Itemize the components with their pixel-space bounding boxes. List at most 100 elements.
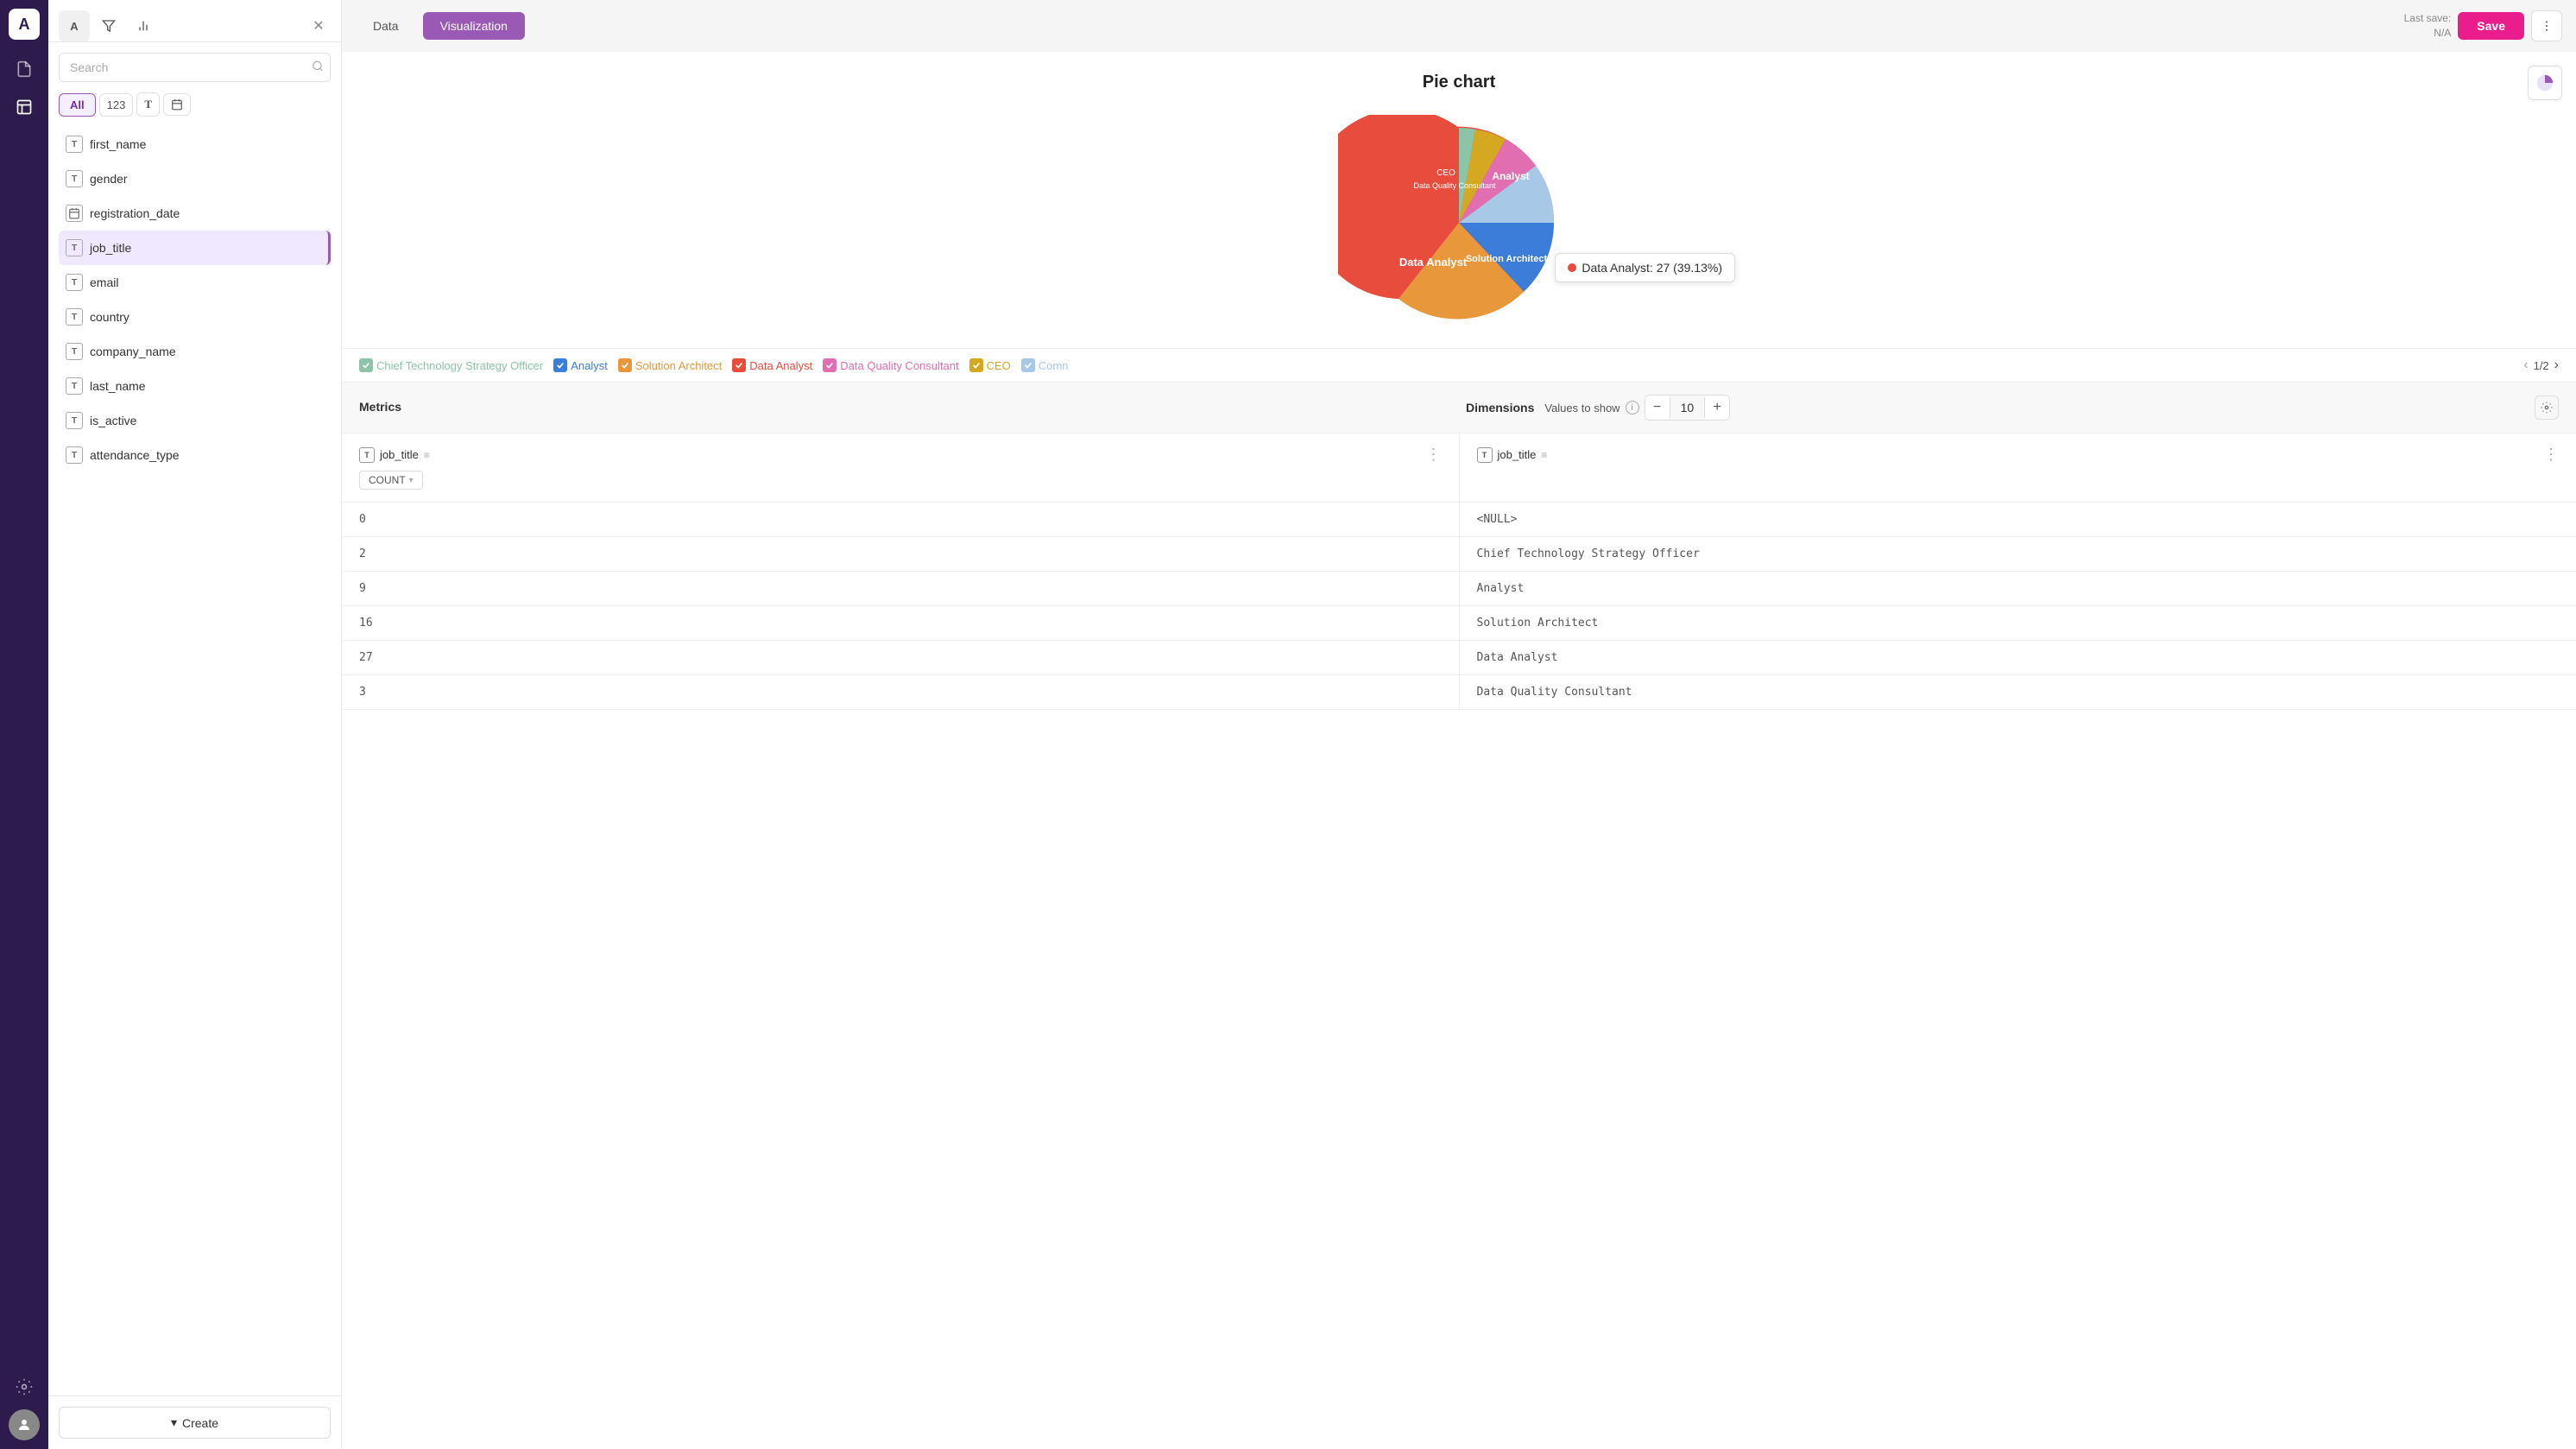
field-item-job-title[interactable]: T job_title	[59, 231, 331, 265]
decrement-button[interactable]: −	[1645, 395, 1670, 420]
sidebar-tab-chart[interactable]	[128, 10, 159, 41]
legend-checkbox-comn[interactable]	[1021, 358, 1035, 372]
field-type-icon-email: T	[66, 274, 83, 291]
metric-field-menu-icon[interactable]: ≡	[424, 449, 430, 461]
field-type-icon-company-name: T	[66, 343, 83, 360]
legend-item-analyst[interactable]: Analyst	[553, 358, 608, 372]
last-save-label: Last save:	[2404, 12, 2452, 24]
left-navigation: A	[0, 0, 48, 1449]
legend-item-ctso[interactable]: Chief Technology Strategy Officer	[359, 358, 543, 372]
legend-page-indicator: 1/2	[2534, 359, 2549, 372]
sidebar-close-button[interactable]: ✕	[306, 14, 331, 38]
legend-checkbox-ceo[interactable]	[969, 358, 983, 372]
app-logo: A	[9, 9, 40, 40]
field-item-gender[interactable]: T gender	[59, 161, 331, 196]
save-button[interactable]: Save	[2458, 12, 2524, 40]
table-row: 9 Analyst	[342, 572, 2576, 606]
sidebar-tab-fields[interactable]: A	[59, 10, 90, 41]
tooltip-color-dot	[1568, 263, 1576, 272]
chart-type-button[interactable]	[2528, 66, 2562, 100]
field-label-first-name: first_name	[90, 137, 146, 151]
values-to-show-label: Values to show	[1544, 402, 1619, 414]
filter-tab-text[interactable]: T	[136, 92, 160, 117]
increment-button[interactable]: +	[1705, 395, 1729, 420]
field-type-icon-job-title: T	[66, 239, 83, 256]
search-input[interactable]	[59, 53, 331, 82]
sidebar-header: A ✕	[48, 0, 341, 42]
legend-item-solution-architect[interactable]: Solution Architect	[618, 358, 722, 372]
create-button[interactable]: ▾ Create	[59, 1407, 331, 1439]
metric-aggregation-label: COUNT	[369, 474, 406, 486]
dimension-field-more-button[interactable]: ⋮	[2543, 446, 2559, 464]
svg-text:Data Quality Consultant: Data Quality Consultant	[1413, 181, 1496, 190]
field-item-is-active[interactable]: T is_active	[59, 403, 331, 438]
field-item-country[interactable]: T country	[59, 300, 331, 334]
field-label-last-name: last_name	[90, 379, 146, 393]
legend-checkbox-analyst[interactable]	[553, 358, 567, 372]
legend-pagination: ‹ 1/2 ›	[2523, 358, 2559, 373]
legend-item-ceo[interactable]: CEO	[969, 358, 1011, 372]
metrics-panel: Metrics Dimensions Values to show i − 10…	[342, 382, 2576, 710]
values-count-display: 10	[1670, 397, 1706, 418]
nav-icon-settings[interactable]	[9, 1371, 40, 1402]
field-item-first-name[interactable]: T first_name	[59, 127, 331, 161]
legend-label-solution-architect: Solution Architect	[635, 359, 722, 372]
field-label-registration-date: registration_date	[90, 206, 180, 220]
legend-item-data-analyst[interactable]: Data Analyst	[732, 358, 812, 372]
metric-value-2: 9	[342, 572, 1460, 605]
chevron-down-icon: ▾	[409, 476, 414, 485]
dimensions-settings-button[interactable]	[2535, 395, 2559, 420]
table-row: 3 Data Quality Consultant	[342, 675, 2576, 710]
legend-label-comn: Comn	[1039, 359, 1069, 372]
tab-data[interactable]: Data	[356, 12, 416, 40]
legend-checkbox-dqc[interactable]	[823, 358, 837, 372]
dimension-value-5: Data Quality Consultant	[1460, 675, 2576, 709]
metric-field-more-button[interactable]: ⋮	[1426, 446, 1442, 464]
dimensions-label: Dimensions	[1466, 401, 1534, 414]
dimension-value-4: Data Analyst	[1460, 641, 2576, 674]
field-item-registration-date[interactable]: registration_date	[59, 196, 331, 231]
legend-next-button[interactable]: ›	[2554, 358, 2559, 373]
filter-tab-date[interactable]	[163, 93, 191, 116]
tab-visualization[interactable]: Visualization	[423, 12, 525, 40]
legend-item-comn[interactable]: Comn	[1021, 358, 1069, 372]
svg-text:Analyst: Analyst	[1492, 170, 1529, 182]
legend-label-ceo: CEO	[987, 359, 1011, 372]
field-item-email[interactable]: T email	[59, 265, 331, 300]
legend-checkbox-data-analyst[interactable]	[732, 358, 746, 372]
pie-chart: Analyst Solution Architect Data Analyst …	[1338, 115, 1580, 331]
dimension-field-menu-icon[interactable]: ≡	[1541, 449, 1547, 461]
metrics-section-header: Metrics	[359, 400, 1452, 415]
field-item-attendance-type[interactable]: T attendance_type	[59, 438, 331, 472]
metric-field-cell: T job_title ≡ ⋮ COUNT ▾	[342, 433, 1460, 502]
user-avatar[interactable]	[9, 1409, 40, 1440]
nav-icon-document[interactable]	[9, 54, 40, 85]
sidebar-panel: A ✕ All 123 T	[48, 0, 342, 1449]
field-type-icon-gender: T	[66, 170, 83, 187]
nav-icon-chart[interactable]	[9, 92, 40, 123]
metric-value-4: 27	[342, 641, 1460, 674]
last-save-value: N/A	[2434, 27, 2451, 39]
field-item-company-name[interactable]: T company_name	[59, 334, 331, 369]
field-label-is-active: is_active	[90, 414, 136, 427]
field-type-icon-country: T	[66, 308, 83, 326]
search-container	[59, 53, 331, 82]
info-icon[interactable]: i	[1626, 401, 1639, 414]
values-count-input: − 10 +	[1645, 395, 1731, 421]
legend-item-dqc[interactable]: Data Quality Consultant	[823, 358, 958, 372]
legend-checkbox-ctso[interactable]	[359, 358, 373, 372]
field-label-gender: gender	[90, 172, 128, 186]
legend-checkbox-solution-architect[interactable]	[618, 358, 632, 372]
chart-area: Pie chart	[342, 52, 2576, 1449]
metrics-fields-row: T job_title ≡ ⋮ COUNT ▾ T job_title ≡	[342, 433, 2576, 503]
sidebar-tab-filter[interactable]	[93, 10, 124, 41]
field-item-last-name[interactable]: T last_name	[59, 369, 331, 403]
values-to-show-control: Values to show i − 10 +	[1544, 395, 1730, 421]
filter-tab-number[interactable]: 123	[99, 93, 134, 117]
legend-prev-button[interactable]: ‹	[2523, 358, 2528, 373]
metric-aggregation-badge[interactable]: COUNT ▾	[359, 471, 423, 490]
metric-value-3: 16	[342, 606, 1460, 640]
more-options-button[interactable]	[2531, 10, 2562, 41]
filter-tab-all[interactable]: All	[59, 93, 96, 117]
metrics-label: Metrics	[359, 400, 401, 414]
